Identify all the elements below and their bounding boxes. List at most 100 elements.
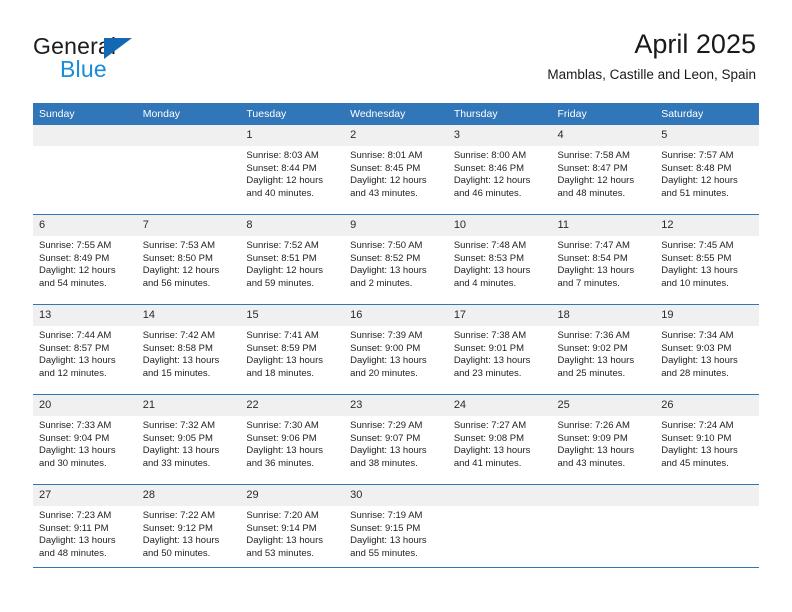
calendar-empty-cell: [33, 125, 137, 215]
sunset-text: Sunset: 9:11 PM: [39, 522, 109, 534]
sunrise-text: Sunrise: 7:55 AM: [39, 240, 112, 251]
sunrise-text: Sunrise: 7:27 AM: [453, 420, 527, 431]
weekday-header-friday: Friday: [551, 103, 656, 125]
calendar-day-cell[interactable]: 17 Sunrise: 7:38 AM Sunset: 9:01 PM Dayligh…: [447, 304, 552, 395]
calendar-week-row: 27 Sunrise: 7:23 AM Sunset: 9:11 PM Dayligh…: [33, 484, 759, 574]
sunset-text: Sunset: 9:00 PM: [350, 342, 421, 354]
daylight-text: Daylight: 12 hours and 56 minutes.: [142, 265, 220, 289]
calendar-day-cell[interactable]: 28 Sunrise: 7:22 AM Sunset: 9:12 PM Dayligh…: [136, 484, 241, 574]
calendar-empty-cell: [136, 125, 241, 215]
calendar-day-cell[interactable]: 7 Sunrise: 7:53 AM Sunset: 8:50 PM Daylight…: [136, 214, 241, 305]
weekday-header-tuesday: Tuesday: [240, 103, 345, 125]
sunrise-text: Sunrise: 7:41 AM: [246, 330, 319, 341]
sunrise-text: Sunrise: 7:19 AM: [350, 510, 423, 521]
day-number: 15: [240, 305, 345, 326]
calendar-day-cell[interactable]: 9 Sunrise: 7:50 AM Sunset: 8:52 PM Daylight…: [344, 214, 448, 305]
sunset-text: Sunset: 8:58 PM: [142, 342, 213, 354]
calendar-day-cell[interactable]: 14 Sunrise: 7:42 AM Sunset: 8:58 PM Dayligh…: [136, 304, 241, 395]
calendar-day-cell[interactable]: 24 Sunrise: 7:27 AM Sunset: 9:08 PM Dayligh…: [447, 394, 552, 485]
sunrise-text: Sunrise: 7:52 AM: [246, 240, 319, 251]
calendar-day-cell[interactable]: 13 Sunrise: 7:44 AM Sunset: 8:57 PM Dayligh…: [33, 304, 137, 395]
calendar-day-cell[interactable]: 25 Sunrise: 7:26 AM Sunset: 9:09 PM Dayligh…: [551, 394, 656, 485]
day-details: Sunrise: 7:32 AM Sunset: 9:05 PM Daylight:…: [137, 416, 241, 470]
sunrise-text: Sunrise: 7:36 AM: [557, 330, 630, 341]
daylight-text: Daylight: 12 hours and 51 minutes.: [661, 175, 738, 199]
general-blue-logo[interactable]: General Blue: [33, 33, 213, 83]
calendar-day-cell[interactable]: 4 Sunrise: 7:58 AM Sunset: 8:47 PM Daylight…: [551, 125, 656, 215]
day-number: 17: [447, 305, 552, 326]
daylight-text: Daylight: 13 hours and 18 minutes.: [246, 355, 323, 379]
sunset-text: Sunset: 9:02 PM: [557, 342, 628, 354]
day-number: 13: [33, 305, 137, 326]
calendar-day-cell[interactable]: 2 Sunrise: 8:01 AM Sunset: 8:45 PM Daylight…: [344, 125, 448, 215]
sunset-text: Sunset: 8:48 PM: [661, 162, 732, 174]
sunset-text: Sunset: 9:10 PM: [661, 432, 732, 444]
triangle-right-icon: [104, 38, 132, 59]
day-details: Sunrise: 7:26 AM Sunset: 9:09 PM Daylight:…: [552, 416, 656, 470]
daylight-text: Daylight: 13 hours and 30 minutes.: [39, 445, 116, 469]
sunset-text: Sunset: 9:14 PM: [246, 522, 317, 534]
calendar-day-cell[interactable]: 27 Sunrise: 7:23 AM Sunset: 9:11 PM Dayligh…: [33, 484, 137, 574]
calendar-day-cell[interactable]: 20 Sunrise: 7:33 AM Sunset: 9:04 PM Dayligh…: [33, 394, 137, 485]
daylight-text: Daylight: 12 hours and 46 minutes.: [453, 175, 531, 199]
calendar-day-cell[interactable]: 21 Sunrise: 7:32 AM Sunset: 9:05 PM Dayligh…: [136, 394, 241, 485]
calendar-day-cell[interactable]: 15 Sunrise: 7:41 AM Sunset: 8:59 PM Dayligh…: [240, 304, 345, 395]
calendar-day-cell[interactable]: 18 Sunrise: 7:36 AM Sunset: 9:02 PM Dayligh…: [551, 304, 656, 395]
calendar-day-cell[interactable]: 10 Sunrise: 7:48 AM Sunset: 8:53 PM Dayligh…: [447, 214, 552, 305]
day-number: 5: [655, 125, 759, 146]
calendar-day-cell[interactable]: 6 Sunrise: 7:55 AM Sunset: 8:49 PM Daylight…: [33, 214, 137, 305]
day-number: 30: [344, 485, 448, 506]
daylight-text: Daylight: 12 hours and 54 minutes.: [39, 265, 116, 289]
day-number: [447, 485, 552, 506]
calendar-day-cell[interactable]: 29 Sunrise: 7:20 AM Sunset: 9:14 PM Dayligh…: [240, 484, 345, 574]
daylight-text: Daylight: 13 hours and 33 minutes.: [142, 445, 220, 469]
day-details: Sunrise: 7:53 AM Sunset: 8:50 PM Daylight:…: [137, 236, 241, 290]
sunrise-text: Sunrise: 7:48 AM: [453, 240, 527, 251]
day-details: Sunrise: 7:22 AM Sunset: 9:12 PM Daylight:…: [137, 506, 241, 560]
day-number: [551, 485, 656, 506]
page-title: April 2025: [634, 29, 756, 59]
calendar-day-cell[interactable]: 23 Sunrise: 7:29 AM Sunset: 9:07 PM Dayligh…: [344, 394, 448, 485]
sunrise-text: Sunrise: 7:34 AM: [661, 330, 734, 341]
weekday-header-monday: Monday: [136, 103, 241, 125]
sunset-text: Sunset: 8:53 PM: [453, 252, 525, 264]
calendar-day-cell[interactable]: 8 Sunrise: 7:52 AM Sunset: 8:51 PM Daylight…: [240, 214, 345, 305]
daylight-text: Daylight: 13 hours and 7 minutes.: [557, 265, 635, 289]
day-number: 6: [33, 215, 137, 236]
calendar-day-cell[interactable]: 26 Sunrise: 7:24 AM Sunset: 9:10 PM Dayligh…: [655, 394, 759, 485]
calendar-day-cell[interactable]: 1 Sunrise: 8:03 AM Sunset: 8:44 PM Daylight…: [240, 125, 345, 215]
sunset-text: Sunset: 8:44 PM: [246, 162, 317, 174]
calendar-day-cell[interactable]: 19 Sunrise: 7:34 AM Sunset: 9:03 PM Dayligh…: [655, 304, 759, 395]
calendar-day-cell[interactable]: 5 Sunrise: 7:57 AM Sunset: 8:48 PM Daylight…: [655, 125, 759, 215]
day-number: 9: [344, 215, 448, 236]
sunset-text: Sunset: 9:07 PM: [350, 432, 421, 444]
calendar-day-cell[interactable]: 16 Sunrise: 7:39 AM Sunset: 9:00 PM Dayligh…: [344, 304, 448, 395]
day-details: Sunrise: 7:58 AM Sunset: 8:47 PM Daylight:…: [552, 146, 656, 200]
sunset-text: Sunset: 9:09 PM: [557, 432, 628, 444]
sunset-text: Sunset: 9:08 PM: [453, 432, 525, 444]
calendar-day-cell[interactable]: 11 Sunrise: 7:47 AM Sunset: 8:54 PM Dayligh…: [551, 214, 656, 305]
sunset-text: Sunset: 9:01 PM: [453, 342, 525, 354]
logo-text-blue: Blue: [60, 56, 107, 82]
calendar-empty-cell: [447, 484, 552, 574]
page-subtitle: Mamblas, Castille and Leon, Spain: [547, 67, 756, 82]
calendar-day-cell[interactable]: 22 Sunrise: 7:30 AM Sunset: 9:06 PM Dayligh…: [240, 394, 345, 485]
sunrise-text: Sunrise: 7:32 AM: [142, 420, 216, 431]
daylight-text: Daylight: 13 hours and 12 minutes.: [39, 355, 116, 379]
day-number: 22: [240, 395, 345, 416]
calendar-day-cell[interactable]: 3 Sunrise: 8:00 AM Sunset: 8:46 PM Daylight…: [447, 125, 552, 215]
daylight-text: Daylight: 13 hours and 45 minutes.: [661, 445, 738, 469]
sunset-text: Sunset: 8:57 PM: [39, 342, 110, 354]
sunrise-text: Sunrise: 7:53 AM: [142, 240, 216, 251]
sunrise-text: Sunrise: 7:24 AM: [661, 420, 734, 431]
day-details: Sunrise: 7:27 AM Sunset: 9:08 PM Daylight:…: [448, 416, 552, 470]
sunset-text: Sunset: 8:49 PM: [39, 252, 110, 264]
daylight-text: Daylight: 13 hours and 28 minutes.: [661, 355, 738, 379]
sunrise-text: Sunrise: 7:47 AM: [557, 240, 630, 251]
calendar-day-cell[interactable]: 30 Sunrise: 7:19 AM Sunset: 9:15 PM Dayligh…: [344, 484, 448, 574]
calendar-day-cell[interactable]: 12 Sunrise: 7:45 AM Sunset: 8:55 PM Dayligh…: [655, 214, 759, 305]
weekday-header-thursday: Thursday: [447, 103, 552, 125]
day-number: 8: [240, 215, 345, 236]
day-details: Sunrise: 7:48 AM Sunset: 8:53 PM Daylight:…: [448, 236, 552, 290]
day-number: [655, 485, 759, 506]
